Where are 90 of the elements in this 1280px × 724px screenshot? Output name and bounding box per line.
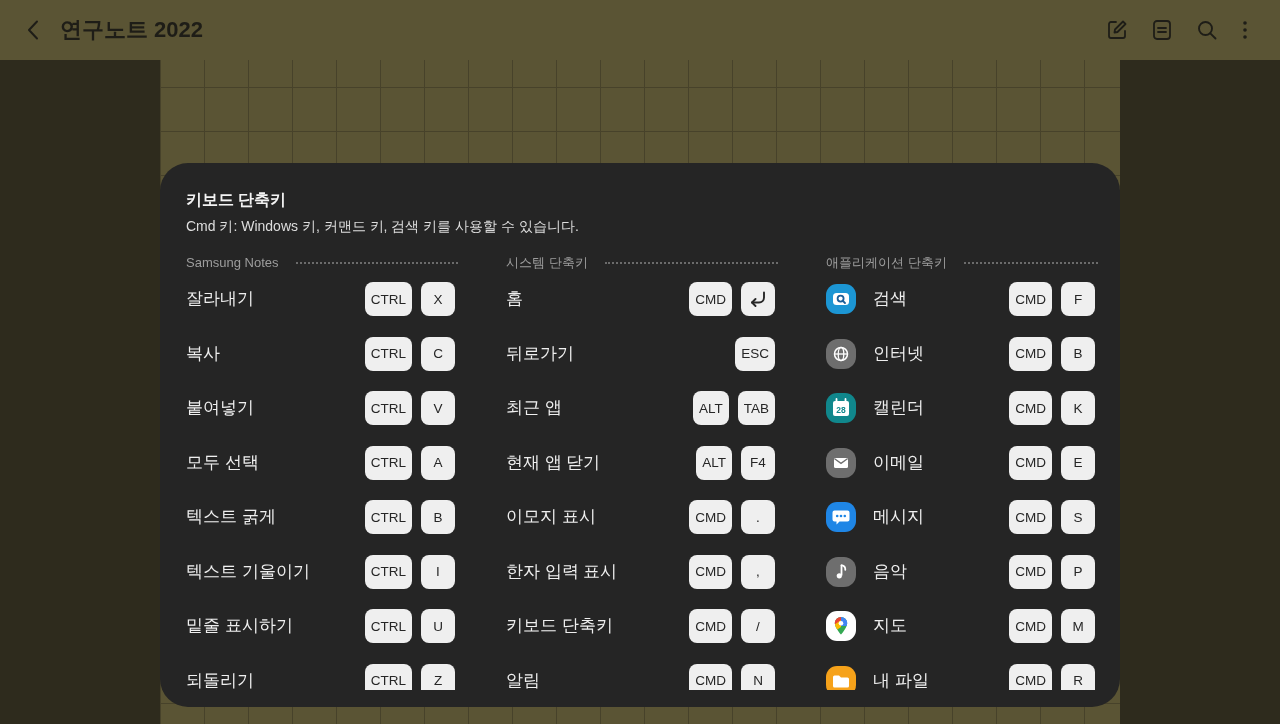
shortcut-label: 붙여넣기 [186,397,254,420]
shortcut-label: 복사 [186,342,220,365]
key-cap: K [1061,391,1095,426]
key-cap: CTRL [364,500,412,535]
key-cap: F [1061,282,1095,317]
key-cap: , [741,554,775,589]
key-cap: CMD [689,500,732,535]
shortcut-label: 잘라내기 [186,288,254,311]
shortcut-label: 키보드 단축키 [506,615,613,638]
key-cap: ALT [696,445,732,480]
key-cap: TAB [737,391,775,426]
shortcut-label: 텍스트 굵게 [186,506,276,529]
envelope-icon [826,447,856,478]
note-title: 연구노트 2022 [60,16,204,44]
document-lines-icon [1153,20,1171,40]
key-cap: CMD [1009,282,1052,317]
key-cap: S [1061,500,1095,535]
key-cap: CTRL [364,391,412,426]
return-arrow-icon [749,291,767,308]
key-cap: I [421,554,455,589]
key-cap: CMD [689,609,732,644]
shortcut-label: 캘린더 [873,397,924,420]
key-cap: Z [421,663,455,690]
shortcut-label: 음악 [873,560,907,583]
key-cap: E [1061,445,1095,480]
key-cap: CMD [1009,445,1052,480]
key-cap: CTRL [364,336,412,371]
shortcut-label: 최근 앱 [506,397,562,420]
chevron-left-icon [27,20,39,40]
key-cap: ESC [735,336,775,371]
music-note-icon [826,556,856,587]
shortcut-label: 알림 [506,669,540,690]
key-cap: CTRL [364,445,412,480]
calendar-icon: 28 [826,393,856,424]
key-cap: . [741,500,775,535]
key-cap: B [1061,336,1095,371]
magnifier-icon [826,284,856,315]
shortcut-label: 현재 앱 닫기 [506,451,601,474]
more-vertical-icon [1243,21,1247,39]
key-cap: CMD [1009,500,1052,535]
key-cap: CTRL [364,554,412,589]
key-cap: ALT [692,391,729,426]
shortcut-label: 한자 입력 표시 [506,560,618,583]
section-header: 애플리케이션 단축키 [826,254,947,272]
key-cap: CMD [1009,609,1052,644]
dialog-title: 키보드 단축키 [186,190,287,210]
key-cap: / [741,609,775,644]
search-icon [1197,20,1217,40]
shortcut-label: 텍스트 기울이기 [186,560,310,583]
key-cap: CMD [1009,663,1052,690]
key-cap: CMD [689,663,732,690]
pencil-square-icon [1106,19,1128,41]
dialog-subtitle: Cmd 키: Windows 키, 커맨드 키, 검색 키를 사용할 수 있습니다. [186,217,579,236]
map-pin-icon [826,611,856,642]
section-header: Samsung Notes [186,254,279,272]
shortcut-label: 되돌리기 [186,669,254,690]
key-cap: V [421,391,455,426]
key-cap: CTRL [364,663,412,690]
key-cap: P [1061,554,1095,589]
key-cap: R [1061,663,1095,690]
key-cap: M [1061,609,1095,644]
key-cap: C [421,336,455,371]
shortcut-label: 이모지 표시 [506,506,596,529]
shortcut-label: 인터넷 [873,342,924,365]
chat-bubble-icon [826,502,856,533]
key-cap: B [421,500,455,535]
folder-icon [826,665,856,690]
key-cap: N [741,663,775,690]
key-cap: A [421,445,455,480]
key-cap: CMD [1009,554,1052,589]
shortcut-label: 모두 선택 [186,451,259,474]
shortcut-label: 밑줄 표시하기 [186,615,293,638]
key-cap: CMD [689,554,732,589]
key-cap: CMD [1009,336,1052,371]
key-cap: CMD [1009,391,1052,426]
key-cap: CTRL [364,282,412,317]
globe-icon [826,338,856,369]
shortcut-label: 뒤로가기 [506,342,574,365]
key-cap: F4 [741,445,775,480]
section-header: 시스템 단축키 [506,254,588,272]
shortcut-label: 지도 [873,615,907,638]
shortcut-label: 내 파일 [873,669,929,690]
key-cap: U [421,609,455,644]
shortcut-label: 이메일 [873,451,924,474]
key-cap: X [421,282,455,317]
key-cap: CMD [689,282,732,317]
shortcut-label: 홈 [506,288,523,311]
shortcut-label: 메시지 [873,506,924,529]
key-cap: CTRL [364,609,412,644]
shortcut-label: 검색 [873,288,907,311]
